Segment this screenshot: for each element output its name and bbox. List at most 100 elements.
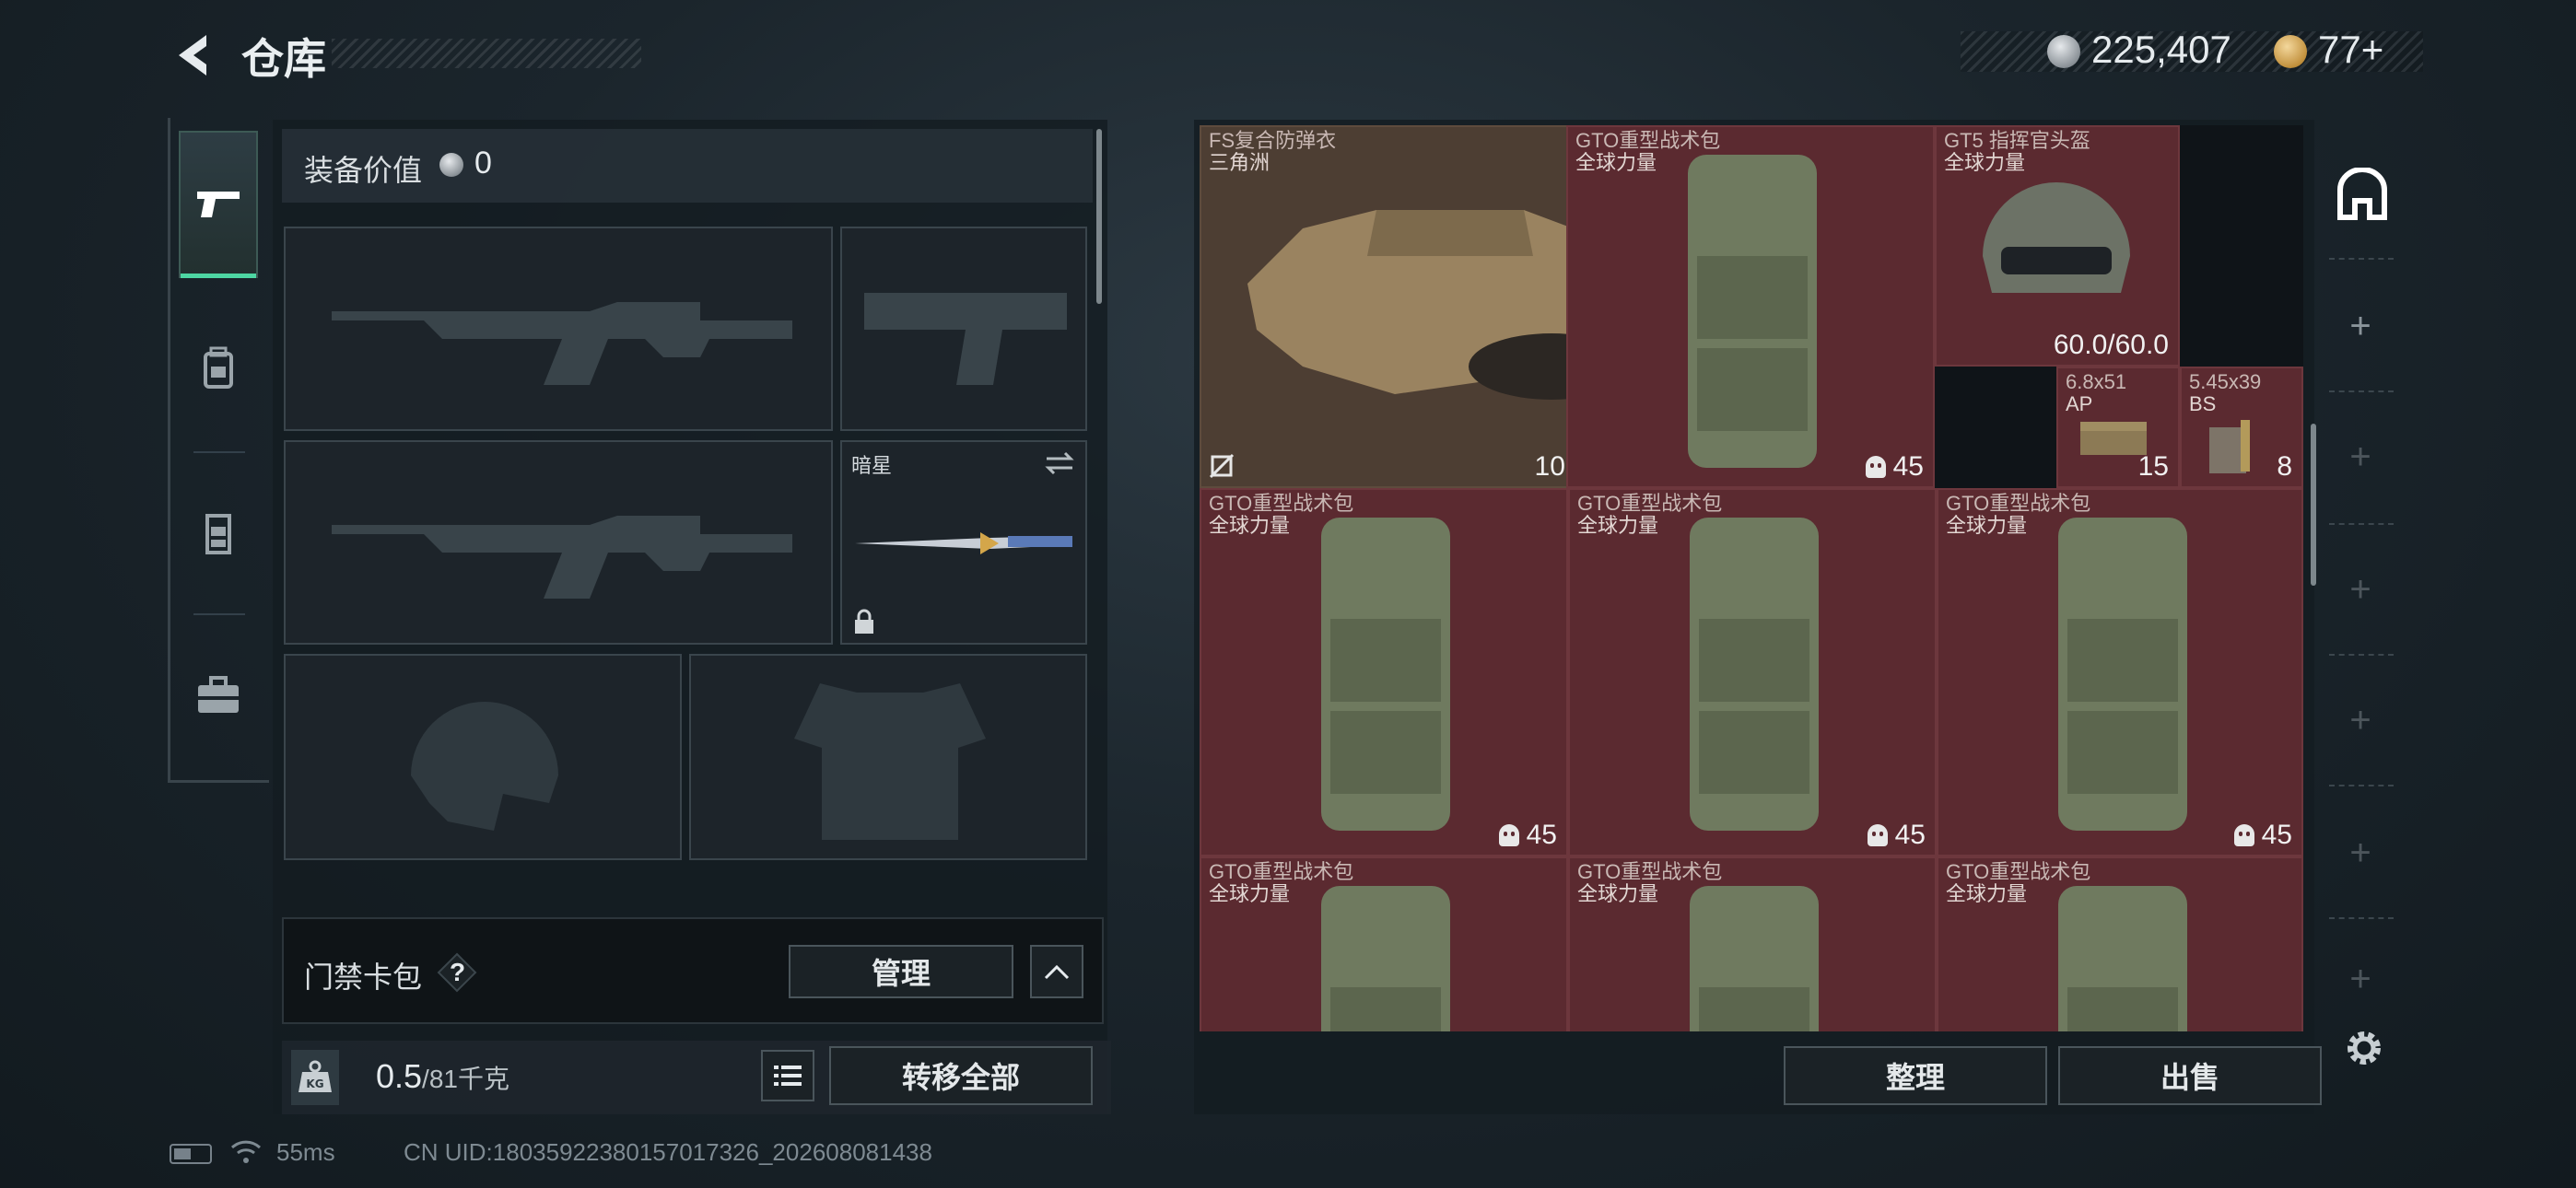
inventory-item-backpack[interactable]: GTO重型战术包 全球力量 45 bbox=[1566, 125, 1935, 488]
item-subtitle: 全球力量 bbox=[1575, 151, 1657, 174]
sidebar-tab-case[interactable] bbox=[179, 623, 258, 770]
rifle-silhouette-icon bbox=[332, 302, 792, 385]
item-subtitle: 三角洲 bbox=[1209, 151, 1270, 174]
backpack-icon bbox=[1690, 518, 1819, 831]
weight-value: 0.5/81千克 bbox=[376, 1057, 509, 1096]
manage-button[interactable]: 管理 bbox=[789, 945, 1013, 998]
item-durability: 60.0/60.0 bbox=[2053, 330, 2169, 360]
add-slot-icon[interactable]: + bbox=[2342, 700, 2379, 740]
inventory-scrollbar[interactable] bbox=[2311, 424, 2316, 586]
helmet-silhouette-icon bbox=[411, 702, 558, 831]
help-icon-label: ? bbox=[450, 958, 466, 986]
rail-divider bbox=[2329, 917, 2394, 919]
backpack-icon bbox=[1688, 155, 1817, 468]
title-decoration bbox=[332, 39, 641, 68]
helmet-icon bbox=[1983, 182, 2130, 293]
item-name: 5.45x39 bbox=[2189, 370, 2262, 393]
collapse-button[interactable] bbox=[1030, 945, 1083, 998]
melee-slot[interactable]: 暗星 bbox=[840, 440, 1087, 645]
secondary-primary-weapon-slot[interactable] bbox=[284, 440, 833, 645]
sidebar-tab-backpack[interactable] bbox=[179, 295, 258, 442]
wifi-icon bbox=[230, 1140, 262, 1163]
weight-icon: KG bbox=[291, 1050, 339, 1105]
add-slot-icon[interactable]: + bbox=[2342, 833, 2379, 873]
equipment-value-label: 装备价值 bbox=[304, 154, 423, 187]
help-icon[interactable]: ? bbox=[437, 952, 477, 993]
item-subtitle: AP bbox=[2066, 392, 2093, 415]
container-icon[interactable] bbox=[2335, 168, 2390, 223]
inventory-item-backpack[interactable]: GTO重型战术包 全球力量 45 bbox=[1200, 488, 1568, 856]
inventory-item-backpack[interactable]: GTO重型战术包 全球力量 45 bbox=[1937, 488, 2303, 856]
inventory-item-backpack[interactable]: GTO重型战术包 全球力量 bbox=[1568, 856, 1937, 1031]
add-slot-icon[interactable]: + bbox=[2342, 437, 2379, 477]
primary-weapon-slot[interactable] bbox=[284, 227, 833, 431]
item-quantity: 45 bbox=[1865, 451, 1924, 483]
armor-silhouette-icon bbox=[794, 683, 986, 840]
list-icon bbox=[774, 1066, 802, 1086]
melee-name: 暗星 bbox=[851, 454, 893, 477]
chevron-up-icon bbox=[1044, 964, 1070, 980]
equipment-scrollbar[interactable] bbox=[1096, 129, 1102, 304]
item-subtitle: 全球力量 bbox=[1946, 514, 2028, 537]
backpack-icon bbox=[2058, 886, 2187, 1031]
item-name: GT5 指挥官头盔 bbox=[1944, 129, 2090, 152]
gear-icon[interactable] bbox=[2340, 1024, 2388, 1072]
sidebar-tab-rig[interactable] bbox=[179, 460, 258, 608]
add-slot-icon[interactable]: + bbox=[2342, 965, 2379, 993]
rail-divider bbox=[2329, 258, 2394, 260]
inventory-item-ammo[interactable]: 6.8x51 AP 15 bbox=[2056, 367, 2180, 488]
sell-button[interactable]: 出售 bbox=[2058, 1046, 2322, 1105]
backpack-icon bbox=[2058, 518, 2187, 831]
item-quantity: 15 bbox=[2137, 451, 2169, 482]
backpack-icon bbox=[1321, 886, 1450, 1031]
inventory-item-backpack[interactable]: GTO重型战术包 全球力量 bbox=[1200, 856, 1568, 1031]
item-quantity: 45 bbox=[2233, 820, 2292, 851]
ping-value: 55ms bbox=[276, 1138, 335, 1166]
weight-current: 0.5 bbox=[376, 1057, 423, 1095]
item-quantity-value: 45 bbox=[2261, 820, 2292, 850]
item-quantity: 8 bbox=[2277, 451, 2292, 482]
sort-button[interactable]: 整理 bbox=[1784, 1046, 2047, 1105]
keycard-pack-label: 门禁卡包 bbox=[304, 961, 423, 994]
add-slot-icon[interactable]: + bbox=[2342, 569, 2379, 610]
silver-coin-icon bbox=[439, 153, 463, 177]
item-name: 6.8x51 bbox=[2066, 370, 2127, 393]
item-quantity-value: 45 bbox=[1894, 820, 1926, 850]
item-quantity: 45 bbox=[1498, 820, 1557, 851]
ghost-icon bbox=[1498, 824, 1519, 846]
item-name: FS复合防弹衣 bbox=[1209, 129, 1337, 152]
inventory-item-backpack[interactable]: GTO重型战术包 全球力量 bbox=[1937, 856, 2303, 1031]
armor-slot[interactable] bbox=[689, 654, 1087, 860]
gold-currency-value[interactable]: 77+ bbox=[2318, 28, 2383, 72]
swap-icon[interactable] bbox=[1043, 449, 1076, 477]
item-quantity-value: 45 bbox=[1892, 451, 1924, 482]
item-subtitle: 全球力量 bbox=[1577, 882, 1659, 905]
sidebar-divider bbox=[193, 613, 245, 615]
ghost-icon bbox=[1865, 456, 1886, 478]
pistol-silhouette-icon bbox=[864, 293, 1067, 385]
transfer-all-button[interactable]: 转移全部 bbox=[829, 1046, 1093, 1105]
rail-divider bbox=[2329, 390, 2394, 392]
inventory-item-helmet[interactable]: GT5 指挥官头盔 全球力量 60.0/60.0 bbox=[1935, 125, 2180, 367]
helmet-slot[interactable] bbox=[284, 654, 682, 860]
sidebar-tab-weapons[interactable] bbox=[179, 131, 258, 278]
inventory-grid: FS复合防弹衣 三角洲 105.0/105.0 GTO重型战术包 全球力量 45… bbox=[1200, 125, 2303, 1031]
backpack-icon bbox=[1321, 518, 1450, 831]
add-slot-icon[interactable]: + bbox=[2342, 306, 2379, 346]
backpack-icon bbox=[204, 346, 233, 389]
item-subtitle: 全球力量 bbox=[1577, 514, 1659, 537]
inventory-item-backpack[interactable]: GTO重型战术包 全球力量 45 bbox=[1568, 488, 1937, 856]
secondary-weapon-slot[interactable] bbox=[840, 227, 1087, 431]
item-subtitle: BS bbox=[2189, 392, 2217, 415]
rig-icon bbox=[205, 514, 231, 554]
rail-divider bbox=[2329, 523, 2394, 525]
equipment-value: 0 bbox=[474, 146, 492, 181]
item-subtitle: 全球力量 bbox=[1209, 514, 1291, 537]
user-uid: CN UID:18035922380157017326_202608081438 bbox=[404, 1138, 932, 1166]
inventory-item-ammo[interactable]: 5.45x39 BS 8 bbox=[2180, 367, 2303, 488]
svg-text:KG: KG bbox=[306, 1077, 323, 1090]
rail-divider bbox=[2329, 654, 2394, 656]
list-view-button[interactable] bbox=[761, 1050, 814, 1101]
item-quantity: 45 bbox=[1867, 820, 1926, 851]
back-arrow-icon[interactable] bbox=[166, 28, 221, 83]
